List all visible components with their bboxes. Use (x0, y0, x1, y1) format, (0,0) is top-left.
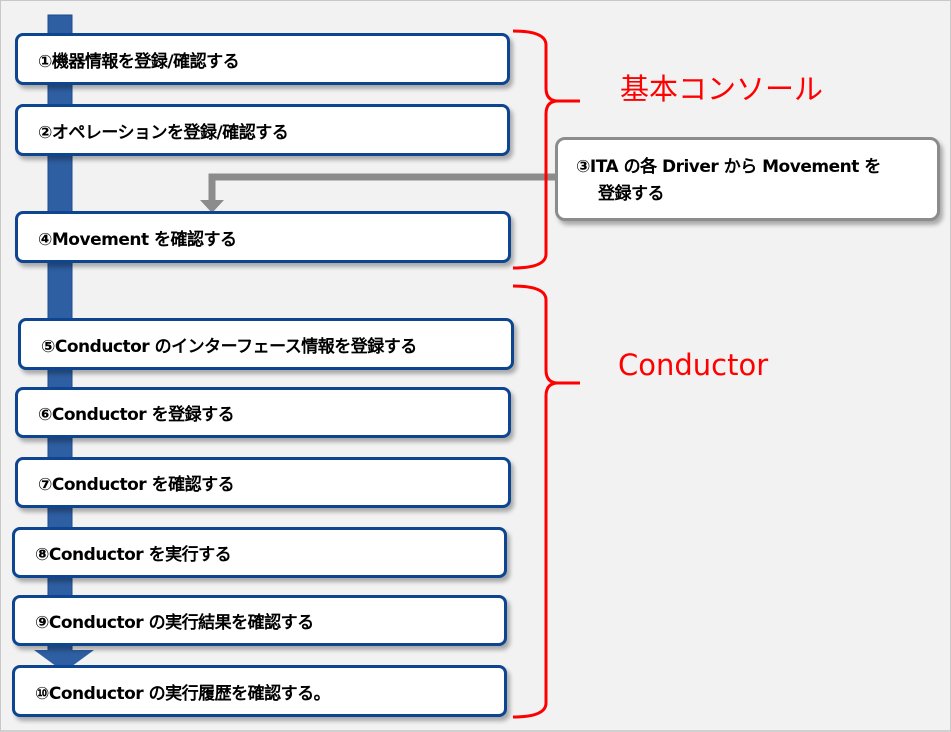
movement-arrow (200, 173, 556, 213)
step-5: ⑤Conductor のインターフェース情報を登録する (18, 318, 514, 370)
step-3-line-2: 登録する (598, 184, 665, 204)
step-6: ⑥Conductor を登録する (15, 387, 511, 438)
step-7: ⑦Conductor を確認する (15, 457, 511, 508)
step-9: ⑨Conductor の実行結果を確認する (12, 595, 507, 646)
step-4: ④Movement を確認する (15, 211, 511, 263)
bracket-conductor (512, 284, 580, 719)
group-label-conductor: Conductor (618, 348, 769, 382)
step-1: ①機器情報を登録/確認する (15, 33, 510, 85)
group-label-basic-console: 基本コンソール (620, 72, 824, 106)
step-10: ⑩Conductor の実行履歴を確認する。 (12, 665, 507, 717)
step-3-driver-movement: ③ITA の各 Driver から Movement を 登録する (555, 137, 940, 221)
step-8: ⑧Conductor を実行する (12, 527, 507, 578)
step-3-line-1: ③ITA の各 Driver から Movement を (576, 157, 881, 177)
step-2: ②オペレーションを登録/確認する (15, 104, 510, 156)
